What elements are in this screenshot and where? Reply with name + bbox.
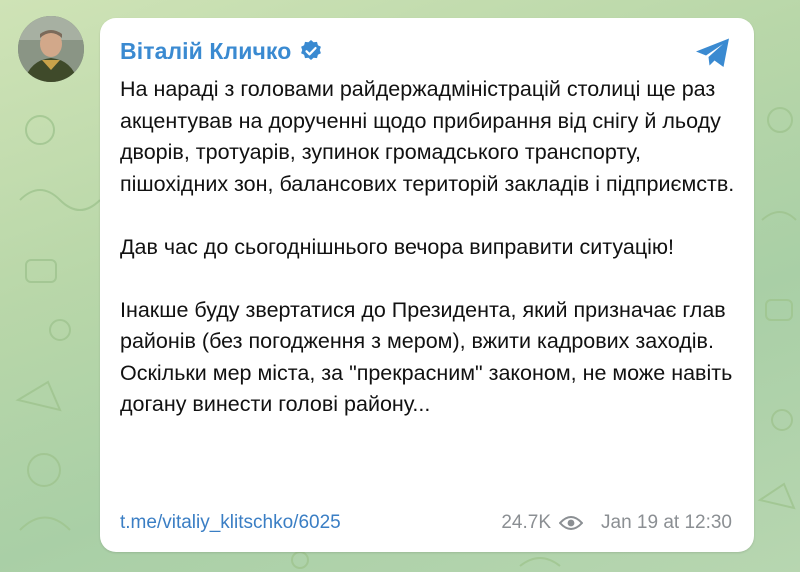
verified-badge-icon: [299, 39, 323, 63]
channel-avatar[interactable]: [18, 16, 84, 82]
message-meta: 24.7K Jan 19 at 12:30: [501, 512, 732, 534]
author-name[interactable]: Віталій Кличко: [120, 38, 291, 65]
eye-icon: [558, 515, 584, 531]
message-footer: t.me/vitaliy_klitschko/6025 24.7K Jan 19…: [120, 510, 732, 536]
paragraph: Дав час до сьогоднішнього вечора виправи…: [120, 234, 675, 259]
view-count: 24.7K: [501, 512, 551, 533]
message-header: Віталій Кличко: [120, 36, 323, 66]
post-link[interactable]: t.me/vitaliy_klitschko/6025: [120, 512, 341, 534]
paragraph: Інакше буду звертатися до Президента, як…: [120, 297, 733, 417]
paragraph: На нараді з головами райдержадміністраці…: [120, 77, 735, 196]
avatar-image: [18, 16, 84, 82]
message-text: На нараді з головами райдержадміністраці…: [120, 74, 744, 421]
telegram-share-icon[interactable]: [694, 36, 732, 70]
message-card: Віталій Кличко На нараді з головами райд…: [100, 18, 754, 552]
timestamp: Jan 19 at 12:30: [601, 512, 732, 533]
